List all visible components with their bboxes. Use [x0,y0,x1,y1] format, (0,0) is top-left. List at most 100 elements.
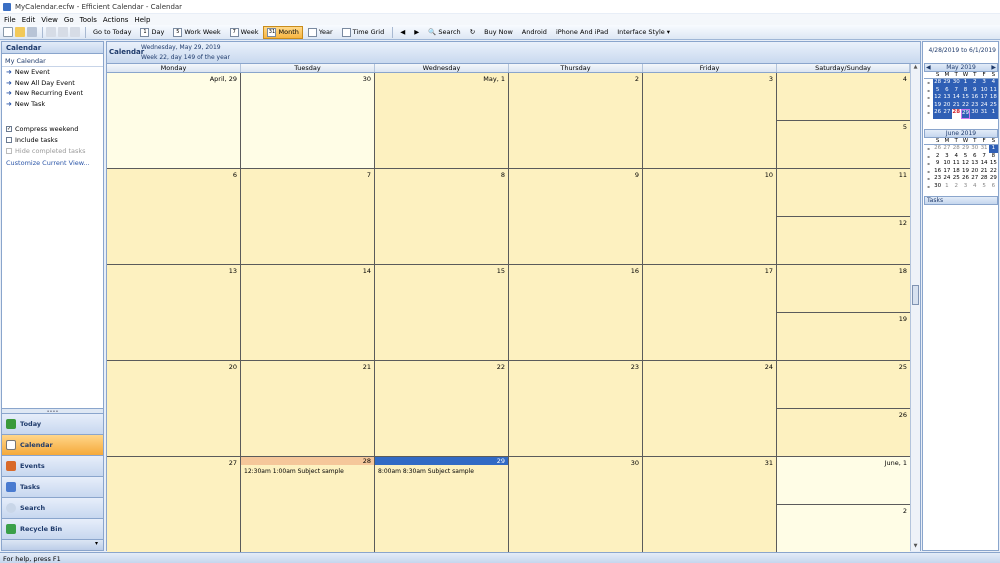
month-view-button[interactable]: 31 Month [263,25,303,39]
menu-help[interactable]: Help [134,16,150,24]
mini-day[interactable]: 11 [988,86,998,94]
forward-button[interactable]: ▶ [410,26,423,39]
day-cell[interactable]: 14 [241,265,375,360]
mini-day[interactable]: 14 [979,160,988,168]
open-folder-icon[interactable] [15,27,25,37]
mini-day[interactable]: 26 [961,175,970,183]
day-cell[interactable]: 22 [375,361,509,456]
sunday-cell[interactable]: 26 [777,409,910,457]
cut-icon[interactable] [46,27,56,37]
mini-day[interactable]: 29 [989,175,998,183]
mini-day[interactable]: 3 [961,183,970,191]
mini-day[interactable]: 9 [970,86,980,94]
mini-day[interactable]: 2 [970,79,980,87]
saturday-cell[interactable]: 18 [777,265,910,313]
mini-day[interactable]: 30 [951,79,961,87]
saturday-cell[interactable]: 25 [777,361,910,409]
scrollbar-thumb[interactable] [912,285,919,305]
mini-day[interactable]: 18 [952,168,961,176]
day-cell[interactable]: 30 [509,457,643,552]
day-cell[interactable]: 20 [107,361,241,456]
mini-day[interactable]: 4 [970,183,979,191]
buy-now-button[interactable]: Buy Now [480,26,517,39]
menu-edit[interactable]: Edit [22,16,36,24]
mini-day[interactable]: 31 [979,109,989,119]
month-scrollbar[interactable]: ▲ ▼ [910,64,920,551]
day-cell[interactable]: 2 [509,73,643,168]
saturday-cell[interactable]: June, 1 [777,457,910,505]
day-cell[interactable]: 28 12:30am 1:00am Subject sample [241,457,375,552]
nav-events-button[interactable]: Events [2,455,103,476]
mini-day[interactable]: 19 [961,168,970,176]
mini-day[interactable]: 20 [942,101,952,109]
mini-day[interactable]: 30 [933,183,942,191]
day-cell[interactable]: 13 [107,265,241,360]
scroll-down-icon[interactable]: ▼ [911,543,920,551]
nav-tasks-button[interactable]: Tasks [2,476,103,497]
mini-day[interactable]: 13 [942,94,952,102]
mini-day[interactable]: 9 [933,160,942,168]
mini-day[interactable]: 31 [979,145,988,153]
day-cell[interactable]: 30 [241,73,375,168]
sunday-cell[interactable]: 19 [777,313,910,361]
nav-search-button[interactable]: Search [2,497,103,518]
menu-go[interactable]: Go [64,16,74,24]
new-icon[interactable] [3,27,13,37]
mini-day[interactable]: 28 [933,79,943,87]
mini-day[interactable]: 29 [942,79,952,87]
mini-day[interactable]: 5 [961,153,970,161]
copy-icon[interactable] [58,27,68,37]
interface-style-button[interactable]: Interface Style ▾ [613,26,674,39]
nav-recycle-bin-button[interactable]: Recycle Bin [2,518,103,539]
mini-day[interactable]: 10 [979,86,989,94]
mini-day[interactable]: 28 [979,175,988,183]
customize-view-link[interactable]: Customize Current View... [2,156,103,170]
mini-day[interactable]: 12 [961,160,970,168]
saturday-cell[interactable]: 4 [777,73,910,121]
new-task-link[interactable]: ➜ New Task [2,99,103,110]
mini-day[interactable]: 7 [951,86,961,94]
mini-day[interactable]: 18 [988,94,998,102]
day-cell[interactable]: 7 [241,169,375,264]
mini-day[interactable]: 10 [942,160,951,168]
mini-day[interactable]: 27 [942,145,951,153]
day-cell[interactable]: 9 [509,169,643,264]
back-button[interactable]: ◀ [396,26,409,39]
iphone-button[interactable]: iPhone And iPad [552,26,612,39]
work-week-button[interactable]: 5 Work Week [169,26,224,39]
mini-day[interactable]: 6 [970,153,979,161]
mini-day[interactable]: 13 [970,160,979,168]
search-button[interactable]: 🔍 Search [424,26,464,39]
mini-day[interactable]: 3 [942,153,951,161]
nav-today-button[interactable]: Today [2,413,103,434]
mini-day[interactable]: 1 [942,183,951,191]
mini-day[interactable]: 12 [933,94,943,102]
paste-icon[interactable] [70,27,80,37]
mini-day[interactable]: 2 [952,183,961,191]
mini-day[interactable]: 5 [979,183,988,191]
day-cell[interactable]: 23 [509,361,643,456]
mini-day[interactable]: 14 [951,94,961,102]
week-view-button[interactable]: 7 Week [226,26,263,39]
compress-weekend-checkbox[interactable]: ✓ Compress weekend [2,123,103,134]
day-cell[interactable]: 3 [643,73,777,168]
mini-day[interactable]: 3 [979,79,989,87]
calendar-event[interactable]: 8:00am 8:30am Subject sample [378,468,474,475]
new-all-day-event-link[interactable]: ➜ New All Day Event [2,78,103,89]
mini-day[interactable]: 8 [960,86,971,94]
mini-day[interactable]: 30 [970,145,979,153]
day-cell[interactable]: 16 [509,265,643,360]
mini-day[interactable]: 29 [960,109,971,119]
nav-calendar-button[interactable]: Calendar [2,434,103,455]
day-cell[interactable]: 29 8:00am 8:30am Subject sample [375,457,509,552]
nav-configure-button[interactable]: ▾ [2,539,103,550]
day-view-button[interactable]: 1 Day [136,26,168,39]
mini-day[interactable]: 22 [960,101,971,109]
mini-day[interactable]: 15 [960,94,971,102]
mini-day[interactable]: 27 [970,175,979,183]
mini-day[interactable]: 23 [970,101,980,109]
day-cell[interactable]: 21 [241,361,375,456]
mini-day[interactable]: 28 [952,145,961,153]
mini-day[interactable]: 6 [942,86,952,94]
menu-actions[interactable]: Actions [103,16,129,24]
